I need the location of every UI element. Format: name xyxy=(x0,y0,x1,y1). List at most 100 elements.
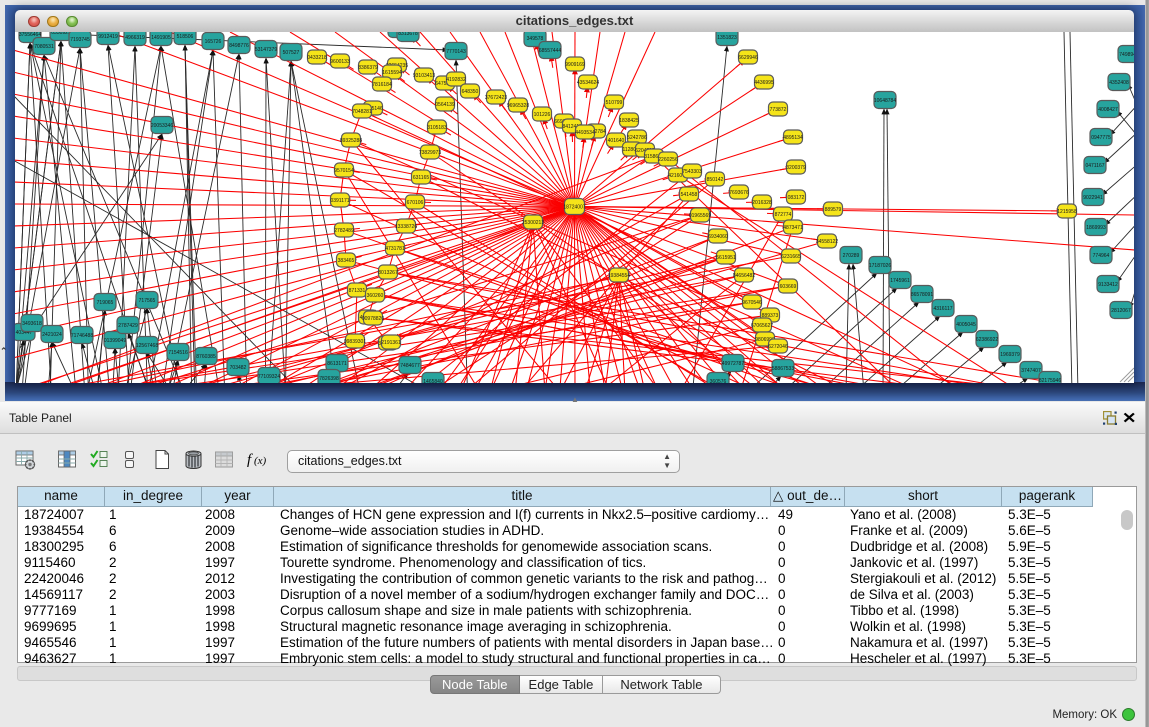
svg-text:01965569: 01965569 xyxy=(689,213,711,219)
svg-text:13338726: 13338726 xyxy=(395,224,417,230)
svg-text:1215958: 1215958 xyxy=(1057,209,1077,215)
svg-text:083172: 083172 xyxy=(788,195,805,201)
svg-text:0433218: 0433218 xyxy=(307,55,327,61)
svg-text:89325288: 89325288 xyxy=(340,138,362,144)
svg-text:2191361: 2191361 xyxy=(381,340,401,346)
svg-text:01399049: 01399049 xyxy=(104,338,126,344)
svg-text:6629946: 6629946 xyxy=(738,55,758,61)
svg-text:1351823: 1351823 xyxy=(717,35,737,41)
svg-text:84656482: 84656482 xyxy=(733,273,755,279)
svg-text:871331: 871331 xyxy=(349,288,366,294)
svg-text:6231665: 6231665 xyxy=(781,254,801,260)
svg-text:8013267: 8013267 xyxy=(378,270,398,276)
svg-text:7154516: 7154516 xyxy=(168,350,188,356)
svg-text:43534624: 43534624 xyxy=(577,80,599,86)
svg-text:1745961: 1745961 xyxy=(890,278,910,284)
svg-text:7193745: 7193745 xyxy=(70,37,90,43)
svg-text:360260: 360260 xyxy=(367,293,384,299)
svg-text:58867533: 58867533 xyxy=(772,366,794,372)
svg-text:18724007: 18724007 xyxy=(563,205,585,211)
svg-text:53147379: 53147379 xyxy=(255,47,277,53)
svg-text:3493618: 3493618 xyxy=(22,321,42,327)
svg-text:82175946: 82175946 xyxy=(1039,378,1061,383)
svg-text:507527: 507527 xyxy=(283,50,300,56)
svg-text:9909169: 9909169 xyxy=(565,62,585,68)
svg-text:703482: 703482 xyxy=(230,365,247,371)
svg-text:49972787: 49972787 xyxy=(722,361,744,367)
svg-text:9600133: 9600133 xyxy=(330,59,350,65)
svg-text:4005045: 4005045 xyxy=(956,322,976,328)
svg-text:850142: 850142 xyxy=(707,177,724,183)
svg-text:20053346: 20053346 xyxy=(151,123,173,129)
svg-text:9912419: 9912419 xyxy=(98,34,118,40)
svg-text:773872: 773872 xyxy=(770,107,787,113)
svg-text:101226: 101226 xyxy=(534,112,551,118)
svg-text:68557444: 68557444 xyxy=(539,48,561,54)
svg-text:7693676: 7693676 xyxy=(729,190,749,196)
svg-text:93103413: 93103413 xyxy=(413,73,435,79)
svg-text:510799: 510799 xyxy=(606,100,623,106)
svg-text:7498941: 7498941 xyxy=(1119,52,1134,58)
svg-text:34558122: 34558122 xyxy=(816,239,838,245)
svg-text:7826398: 7826398 xyxy=(319,376,339,382)
svg-text:4352408: 4352408 xyxy=(1109,80,1129,86)
svg-text:5242786: 5242786 xyxy=(627,135,647,141)
svg-text:383465: 383465 xyxy=(338,258,355,264)
svg-text:0471167: 0471167 xyxy=(1085,163,1104,169)
svg-text:8613171: 8613171 xyxy=(327,361,347,367)
svg-text:7048281: 7048281 xyxy=(352,109,372,115)
svg-text:719065: 719065 xyxy=(97,300,114,306)
svg-text:19384554: 19384554 xyxy=(608,273,630,279)
svg-text:6934060: 6934060 xyxy=(708,234,728,240)
svg-text:1615594: 1615594 xyxy=(382,70,402,76)
svg-text:774964: 774964 xyxy=(1093,253,1110,259)
svg-text:165726: 165726 xyxy=(205,39,222,45)
svg-text:73829973: 73829973 xyxy=(419,150,441,156)
svg-text:7770143: 7770143 xyxy=(446,49,466,55)
svg-text:9570154: 9570154 xyxy=(334,168,354,174)
svg-text:96965328: 96965328 xyxy=(507,103,529,109)
svg-text:2421024: 2421024 xyxy=(42,332,62,338)
svg-text:2782489: 2782489 xyxy=(334,228,354,234)
svg-text:4192832: 4192832 xyxy=(446,77,466,83)
svg-text:670106: 670106 xyxy=(407,200,424,206)
svg-text:270289: 270289 xyxy=(843,253,860,259)
svg-text:0391171: 0391171 xyxy=(330,198,349,204)
svg-text:9670546: 9670546 xyxy=(742,300,762,306)
svg-text:401640: 401640 xyxy=(608,138,625,144)
svg-text:4008427: 4008427 xyxy=(1098,107,1118,113)
svg-text:6272046: 6272046 xyxy=(768,344,788,350)
svg-text:889579: 889579 xyxy=(825,207,842,213)
svg-text:12567468: 12567468 xyxy=(136,343,158,349)
svg-text:8386379: 8386379 xyxy=(358,65,378,71)
svg-text:37672423: 37672423 xyxy=(485,95,507,101)
svg-text:2787429: 2787429 xyxy=(118,323,138,329)
svg-text:9133412: 9133412 xyxy=(1098,282,1118,288)
svg-text:3105183: 3105183 xyxy=(427,125,447,131)
svg-text:86578091: 86578091 xyxy=(911,292,933,298)
svg-text:2260256: 2260256 xyxy=(658,157,678,163)
svg-text:09839301: 09839301 xyxy=(344,339,366,345)
svg-text:0330923: 0330923 xyxy=(51,32,71,36)
svg-text:71746488: 71746488 xyxy=(71,333,93,339)
svg-text:7484677: 7484677 xyxy=(400,363,420,369)
svg-text:25300213: 25300213 xyxy=(522,220,544,226)
svg-text:7816184: 7816184 xyxy=(372,82,392,88)
svg-text:3200379: 3200379 xyxy=(786,165,806,171)
svg-text:4731781: 4731781 xyxy=(385,246,405,252)
svg-text:2016328: 2016328 xyxy=(752,200,772,206)
svg-text:7080531: 7080531 xyxy=(34,44,54,50)
svg-text:349578: 349578 xyxy=(527,36,544,42)
svg-text:872774: 872774 xyxy=(775,212,792,218)
svg-text:f: f xyxy=(247,452,253,468)
svg-text:67065627: 67065627 xyxy=(751,323,773,329)
svg-text:00978820: 00978820 xyxy=(362,316,384,322)
svg-text:717565: 717565 xyxy=(139,298,156,304)
svg-text:648350: 648350 xyxy=(462,89,479,95)
svg-text:518506: 518506 xyxy=(177,34,194,40)
svg-text:0564139: 0564139 xyxy=(435,102,455,108)
svg-text:4966319: 4966319 xyxy=(125,35,145,41)
svg-text:360576: 360576 xyxy=(710,379,727,383)
svg-text:1838425: 1838425 xyxy=(619,118,639,124)
svg-text:1869993: 1869993 xyxy=(1086,225,1106,231)
